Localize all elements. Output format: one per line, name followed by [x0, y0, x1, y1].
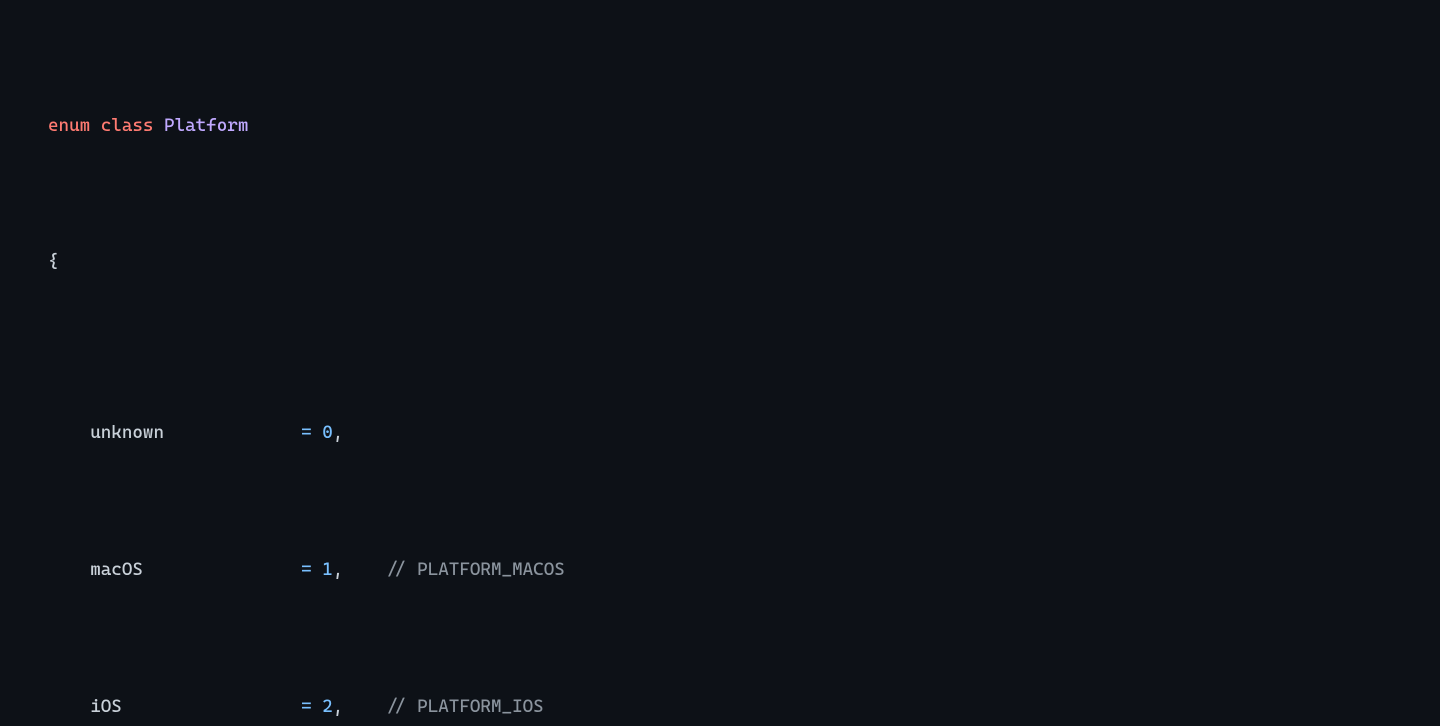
enum-member: iOS [90, 696, 122, 717]
keyword-class: class [101, 115, 154, 136]
enum-member: macOS [90, 559, 143, 580]
code-line: unknown = 0, [0, 416, 1440, 450]
enum-value: 2 [322, 696, 333, 717]
brace-open: { [48, 251, 59, 272]
code-editor[interactable]: enum class Platform { unknown = 0, macOS… [0, 0, 1440, 726]
comment: // PLATFORM_MACOS [386, 559, 565, 580]
enum-member: unknown [90, 422, 164, 443]
code-line: enum class Platform [0, 109, 1440, 143]
enum-value: 1 [322, 559, 333, 580]
enum-value: 0 [322, 422, 333, 443]
type-name: Platform [164, 115, 248, 136]
keyword-enum: enum [48, 115, 90, 136]
code-line: iOS = 2, // PLATFORM_IOS [0, 690, 1440, 724]
code-line: macOS = 1, // PLATFORM_MACOS [0, 553, 1440, 587]
code-line: { [0, 245, 1440, 279]
comment: // PLATFORM_IOS [386, 696, 544, 717]
